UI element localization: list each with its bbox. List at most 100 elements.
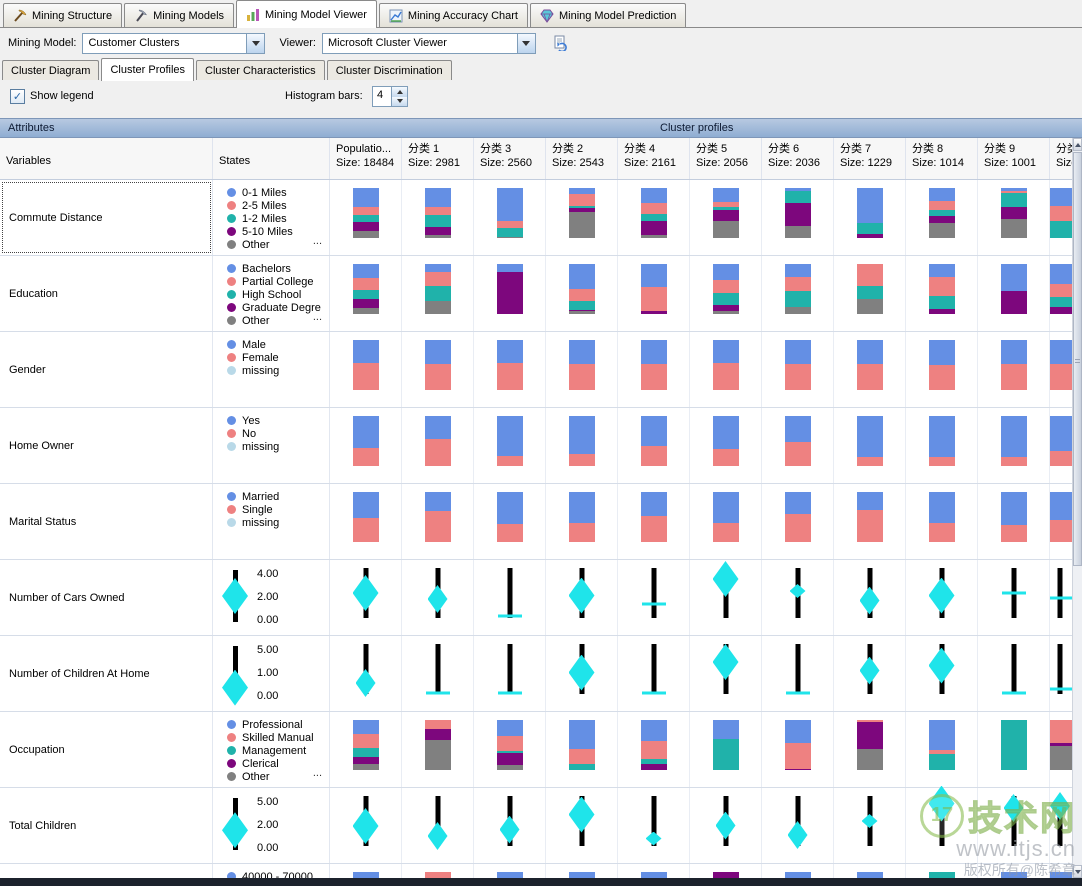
variable-cell[interactable]: Marital Status [0,484,213,559]
tab-mining-structure[interactable]: Mining Structure [3,3,122,27]
cluster-chart-cell[interactable] [1050,636,1072,711]
column-header-cluster[interactable]: 分类 4Size: 2161 [618,138,690,179]
variable-cell[interactable]: Occupation [0,712,213,787]
cluster-chart-cell[interactable] [762,712,834,787]
cluster-chart-cell[interactable] [330,636,402,711]
cluster-chart-cell[interactable] [402,636,474,711]
subtab-cluster-characteristics[interactable]: Cluster Characteristics [196,60,325,80]
cluster-chart-cell[interactable] [834,408,906,483]
column-header-cluster[interactable]: 分类 9Size: 1001 [978,138,1050,179]
cluster-chart-cell[interactable] [690,332,762,407]
scroll-down-icon[interactable] [1073,865,1082,878]
cluster-chart-cell[interactable] [906,484,978,559]
cluster-chart-cell[interactable] [978,484,1050,559]
cluster-chart-cell[interactable] [402,484,474,559]
cluster-chart-cell[interactable] [618,180,690,255]
attribute-row[interactable]: GenderMaleFemalemissing [0,332,1072,408]
cluster-chart-cell[interactable] [618,256,690,331]
cluster-chart-cell[interactable] [762,636,834,711]
variable-cell[interactable]: Total Children [0,788,213,863]
cluster-chart-cell[interactable] [834,636,906,711]
variable-cell[interactable]: Education [0,256,213,331]
cluster-chart-cell[interactable] [402,408,474,483]
states-cell[interactable]: 4.002.000.00 [213,560,330,635]
cluster-chart-cell[interactable] [690,636,762,711]
variable-cell[interactable]: Home Owner [0,408,213,483]
cluster-chart-cell[interactable] [834,332,906,407]
cluster-chart-cell[interactable] [402,332,474,407]
cluster-chart-cell[interactable] [906,560,978,635]
cluster-chart-cell[interactable] [762,484,834,559]
cluster-chart-cell[interactable] [330,484,402,559]
cluster-chart-cell[interactable] [474,864,546,878]
vertical-scrollbar[interactable] [1072,138,1082,878]
cluster-chart-cell[interactable] [474,636,546,711]
cluster-chart-cell[interactable] [474,256,546,331]
cluster-chart-cell[interactable] [762,864,834,878]
cluster-chart-cell[interactable] [906,180,978,255]
cluster-chart-cell[interactable] [834,864,906,878]
cluster-chart-cell[interactable] [690,560,762,635]
cluster-chart-cell[interactable] [1050,864,1072,878]
cluster-chart-cell[interactable] [330,408,402,483]
cluster-chart-cell[interactable] [618,332,690,407]
states-cell[interactable]: BachelorsPartial CollegeHigh SchoolGradu… [213,256,330,331]
cluster-chart-cell[interactable] [474,332,546,407]
cluster-chart-cell[interactable] [402,180,474,255]
cluster-chart-cell[interactable] [402,560,474,635]
cluster-chart-cell[interactable] [762,788,834,863]
attribute-row[interactable]: 40000 - 70000 [0,864,1072,878]
cluster-chart-cell[interactable] [618,408,690,483]
cluster-chart-cell[interactable] [474,180,546,255]
cluster-chart-cell[interactable] [618,560,690,635]
states-cell[interactable]: MarriedSinglemissing [213,484,330,559]
cluster-chart-cell[interactable] [690,712,762,787]
cluster-chart-cell[interactable] [1050,256,1072,331]
cluster-chart-cell[interactable] [618,788,690,863]
cluster-chart-cell[interactable] [546,788,618,863]
cluster-chart-cell[interactable] [978,180,1050,255]
cluster-chart-cell[interactable] [834,712,906,787]
cluster-chart-cell[interactable] [906,864,978,878]
attribute-row[interactable]: Commute Distance0-1 Miles2-5 Miles1-2 Mi… [0,180,1072,256]
cluster-chart-cell[interactable] [690,788,762,863]
cluster-chart-cell[interactable] [978,864,1050,878]
cluster-chart-cell[interactable] [978,788,1050,863]
cluster-chart-cell[interactable] [978,256,1050,331]
column-header-cluster[interactable]: 分类Size: [1050,138,1072,179]
cluster-chart-cell[interactable] [834,560,906,635]
column-header-cluster[interactable]: 分类 3Size: 2560 [474,138,546,179]
subtab-cluster-diagram[interactable]: Cluster Diagram [2,60,99,80]
histogram-bars-spinner[interactable]: 4 [372,86,408,107]
scroll-up-icon[interactable] [1073,138,1082,151]
cluster-chart-cell[interactable] [1050,788,1072,863]
cluster-chart-cell[interactable] [834,180,906,255]
column-header-cluster[interactable]: 分类 1Size: 2981 [402,138,474,179]
cluster-chart-cell[interactable] [618,484,690,559]
column-header-cluster[interactable]: 分类 8Size: 1014 [906,138,978,179]
cluster-chart-cell[interactable] [330,864,402,878]
mining-model-select[interactable]: Customer Clusters [82,33,265,54]
variable-cell[interactable] [0,864,213,878]
subtab-cluster-discrimination[interactable]: Cluster Discrimination [327,60,452,80]
attribute-row[interactable]: EducationBachelorsPartial CollegeHigh Sc… [0,256,1072,332]
tab-mining-models[interactable]: Mining Models [124,3,234,27]
tab-mining-model-prediction[interactable]: Mining Model Prediction [530,3,686,27]
cluster-chart-cell[interactable] [762,408,834,483]
cluster-chart-cell[interactable] [546,256,618,331]
cluster-chart-cell[interactable] [546,864,618,878]
cluster-chart-cell[interactable] [330,256,402,331]
cluster-chart-cell[interactable] [1050,180,1072,255]
column-header-cluster[interactable]: Populatio...Size: 18484 [330,138,402,179]
cluster-chart-cell[interactable] [906,408,978,483]
states-cell[interactable]: YesNomissing [213,408,330,483]
cluster-chart-cell[interactable] [1050,484,1072,559]
cluster-chart-cell[interactable] [978,636,1050,711]
cluster-chart-cell[interactable] [402,788,474,863]
cluster-chart-cell[interactable] [906,332,978,407]
cluster-chart-cell[interactable] [402,864,474,878]
cluster-chart-cell[interactable] [330,712,402,787]
tab-mining-accuracy-chart[interactable]: Mining Accuracy Chart [379,3,528,27]
cluster-chart-cell[interactable] [330,180,402,255]
cluster-chart-cell[interactable] [762,180,834,255]
